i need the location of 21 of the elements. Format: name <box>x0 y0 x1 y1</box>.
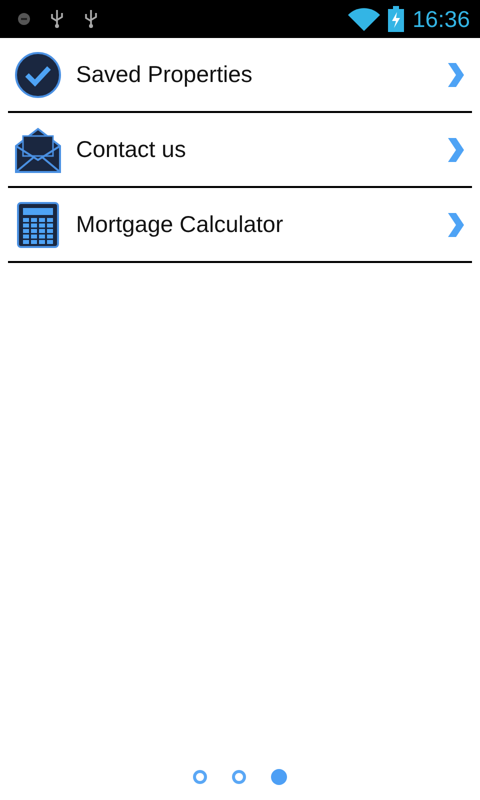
battery-icon <box>388 6 404 32</box>
menu-item-label: Mortgage Calculator <box>76 211 284 238</box>
menu-item[interactable]: Saved Properties <box>8 38 472 113</box>
chevron-icon <box>447 212 465 236</box>
menu-item[interactable]: Mortgage Calculator <box>8 188 472 263</box>
check-icon <box>14 50 62 98</box>
page-indicator-dot[interactable] <box>271 769 287 785</box>
envelope-icon <box>14 126 62 174</box>
notification-icon <box>18 13 30 25</box>
menu-item[interactable]: Contact us <box>8 113 472 188</box>
page-indicator-dot[interactable] <box>232 770 246 784</box>
calculator-icon <box>14 200 62 248</box>
usb-icon <box>84 9 98 29</box>
menu-item-label: Contact us <box>76 136 187 163</box>
clock-time: 16:36 <box>412 6 470 32</box>
menu-item-label: Saved Properties <box>76 61 254 88</box>
usb-icon <box>50 9 64 29</box>
chevron-icon <box>447 138 465 162</box>
wifi-icon <box>348 7 380 31</box>
chevron-icon <box>447 62 465 86</box>
page-indicator-dot[interactable] <box>193 770 207 784</box>
